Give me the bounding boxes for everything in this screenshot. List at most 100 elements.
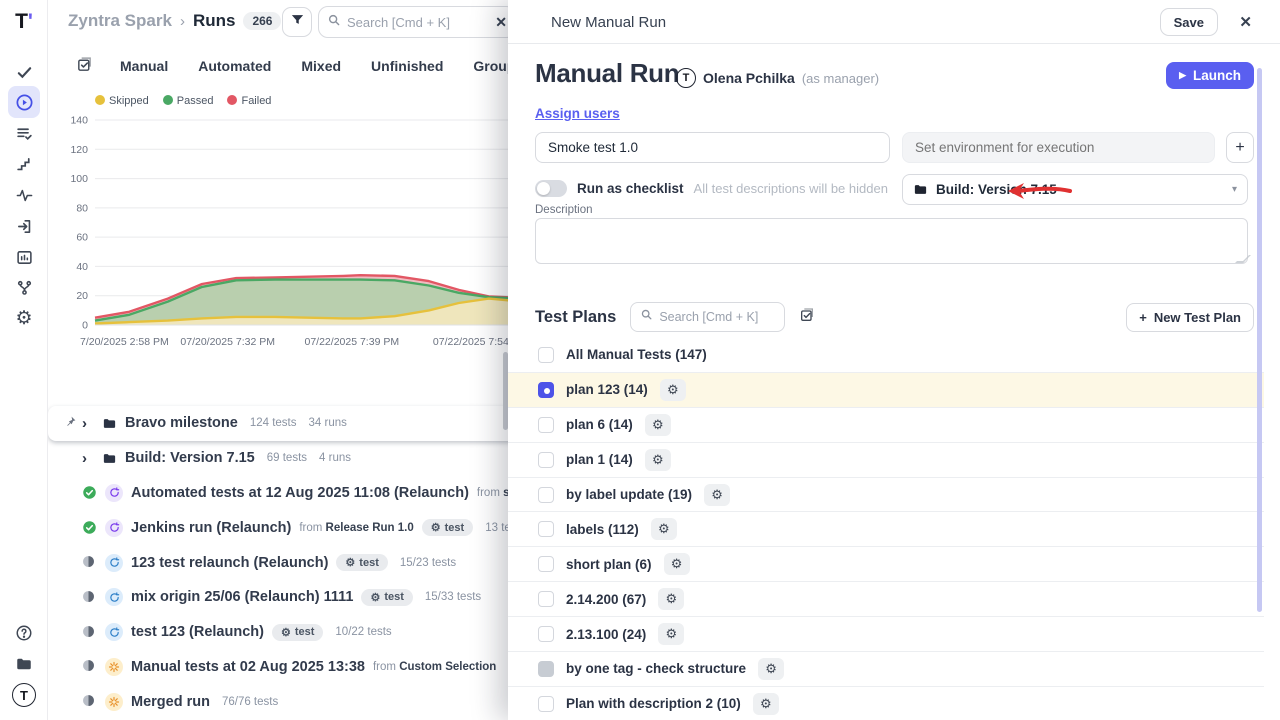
filter-button[interactable]	[282, 7, 312, 37]
save-button[interactable]: Save	[1160, 8, 1218, 36]
test-plan-row[interactable]: by one tag - check structure⚙	[508, 652, 1264, 687]
test-plan-row[interactable]: short plan (6)⚙	[508, 547, 1264, 582]
sidebar-item-settings[interactable]: ⚙	[8, 302, 40, 334]
test-plan-row[interactable]: 2.13.100 (24) ⚙	[508, 617, 1264, 652]
new-manual-run-drawer: New Manual Run Save ✕ Manual Run T Olena…	[508, 0, 1280, 720]
search-clear-icon[interactable]: ✕	[495, 14, 507, 31]
sidebar-item-help[interactable]	[8, 617, 40, 649]
breadcrumb-project[interactable]: Zyntra Spark	[68, 11, 172, 31]
build-select[interactable]: Build: Version 7.15 ▾	[902, 174, 1248, 205]
test-plan-checkbox[interactable]	[538, 452, 554, 468]
main-search-input[interactable]	[347, 15, 489, 30]
test-plan-settings-button[interactable]: ⚙	[645, 414, 671, 436]
test-plan-row[interactable]: plan 123 (14)⚙	[508, 373, 1264, 408]
run-name-input[interactable]	[535, 132, 890, 163]
tab-automated[interactable]: Automated	[198, 58, 271, 74]
sidebar-item-branches[interactable]	[8, 271, 40, 303]
check-icon	[16, 64, 33, 81]
test-plan-row[interactable]: by label update (19)⚙	[508, 478, 1264, 513]
test-plan-checkbox[interactable]	[538, 417, 554, 433]
test-plan-settings-button[interactable]: ⚙	[753, 693, 779, 715]
legend-item[interactable]: Passed	[163, 95, 214, 107]
test-plan-label: 2.13.100 (24)	[566, 627, 646, 642]
test-plan-checkbox[interactable]	[538, 696, 554, 712]
test-plan-settings-button[interactable]: ⚙	[660, 379, 686, 401]
tab-manual[interactable]: Manual	[120, 58, 168, 74]
run-title[interactable]: mix origin 25/06 (Relaunch) 1111	[131, 589, 353, 605]
gear-icon: ⚙	[281, 626, 291, 639]
expand-chevron-icon[interactable]: ›	[82, 450, 94, 467]
test-plans-list: All Manual Tests (147)plan 123 (14)⚙plan…	[508, 338, 1264, 720]
group-title[interactable]: Build: Version 7.15	[125, 450, 255, 466]
test-plan-checkbox[interactable]	[538, 487, 554, 503]
run-title[interactable]: 123 test relaunch (Relaunch)	[131, 555, 328, 571]
test-plan-row[interactable]: labels (112)⚙	[508, 512, 1264, 547]
test-plan-row[interactable]: All Manual Tests (147)	[508, 338, 1264, 373]
stairs-icon	[16, 156, 33, 173]
sidebar-item-projects[interactable]	[8, 648, 40, 680]
test-plan-settings-button[interactable]: ⚙	[658, 588, 684, 610]
expand-chevron-icon[interactable]: ›	[82, 415, 94, 432]
test-plan-checkbox[interactable]	[538, 661, 554, 677]
sidebar-item-steps[interactable]	[8, 148, 40, 180]
run-tag-badge[interactable]: ⚙test	[361, 589, 412, 606]
test-plan-row[interactable]: plan 6 (14)⚙	[508, 408, 1264, 443]
test-plan-label: 2.14.200 (67)	[566, 592, 646, 607]
run-title[interactable]: Automated tests at 12 Aug 2025 11:08 (Re…	[131, 485, 469, 501]
test-plan-checkbox[interactable]	[538, 591, 554, 607]
test-plan-row[interactable]: plan 1 (14)⚙	[508, 443, 1264, 478]
run-title[interactable]: Manual tests at 02 Aug 2025 13:38	[131, 659, 365, 675]
status-inprogress-icon	[82, 590, 97, 605]
test-plan-checkbox[interactable]	[538, 556, 554, 572]
breadcrumb-section[interactable]: Runs	[193, 11, 236, 31]
sidebar-item-analytics[interactable]	[8, 241, 40, 273]
run-as-checklist-toggle[interactable]	[535, 180, 567, 197]
page-title: Manual Run	[535, 58, 679, 89]
assign-users-link[interactable]: Assign users	[535, 106, 620, 121]
sidebar-item-pulse[interactable]	[8, 179, 40, 211]
test-plan-settings-button[interactable]: ⚙	[664, 553, 690, 575]
relaunch-run-icon	[105, 623, 123, 641]
test-plan-settings-button[interactable]: ⚙	[704, 484, 730, 506]
run-title[interactable]: Jenkins run (Relaunch)	[131, 520, 291, 536]
select-runs-icon[interactable]	[76, 56, 93, 78]
test-plan-settings-button[interactable]: ⚙	[645, 449, 671, 471]
sidebar-item-checks[interactable]	[8, 56, 40, 88]
test-plan-settings-button[interactable]: ⚙	[758, 658, 784, 680]
sidebar-item-results[interactable]	[8, 117, 40, 149]
tab-unfinished[interactable]: Unfinished	[371, 58, 443, 74]
close-icon[interactable]: ✕	[1239, 13, 1252, 31]
description-textarea[interactable]	[535, 218, 1248, 264]
sidebar-item-import[interactable]	[8, 210, 40, 242]
run-tag-badge[interactable]: ⚙test	[336, 554, 387, 571]
run-title[interactable]: Merged run	[131, 694, 210, 710]
launch-button[interactable]: ▶ Launch	[1166, 62, 1254, 89]
svg-text:40: 40	[76, 261, 88, 273]
app-logo[interactable]: T'	[0, 10, 48, 34]
test-plan-checkbox[interactable]	[538, 347, 554, 363]
run-title[interactable]: test 123 (Relaunch)	[131, 624, 264, 640]
test-plan-checkbox[interactable]	[538, 382, 554, 398]
run-tag-badge[interactable]: ⚙test	[422, 519, 473, 536]
drawer-scrollbar[interactable]	[1257, 68, 1262, 612]
new-test-plan-button[interactable]: + New Test Plan	[1126, 303, 1254, 332]
status-inprogress-icon	[82, 625, 97, 640]
legend-item[interactable]: Skipped	[95, 95, 149, 107]
test-plans-search-input[interactable]	[659, 310, 769, 324]
sidebar-item-runs[interactable]	[8, 86, 40, 118]
test-plan-settings-button[interactable]: ⚙	[658, 623, 684, 645]
test-plan-row[interactable]: 2.14.200 (67) ⚙	[508, 582, 1264, 617]
group-title[interactable]: Bravo milestone	[125, 415, 238, 431]
sidebar-item-account[interactable]: T	[8, 679, 40, 711]
environment-input[interactable]	[902, 132, 1215, 163]
test-plan-row[interactable]: Plan with description 2 (10)⚙	[508, 687, 1264, 720]
tab-mixed[interactable]: Mixed	[301, 58, 341, 74]
test-plan-checkbox[interactable]	[538, 521, 554, 537]
chart-legend: Skipped Passed Failed	[95, 95, 271, 107]
run-tag-badge[interactable]: ⚙test	[272, 624, 323, 641]
legend-item[interactable]: Failed	[227, 95, 271, 107]
select-plans-icon[interactable]	[799, 307, 815, 328]
test-plan-settings-button[interactable]: ⚙	[651, 518, 677, 540]
add-environment-button[interactable]: +	[1226, 132, 1254, 163]
test-plan-checkbox[interactable]	[538, 626, 554, 642]
